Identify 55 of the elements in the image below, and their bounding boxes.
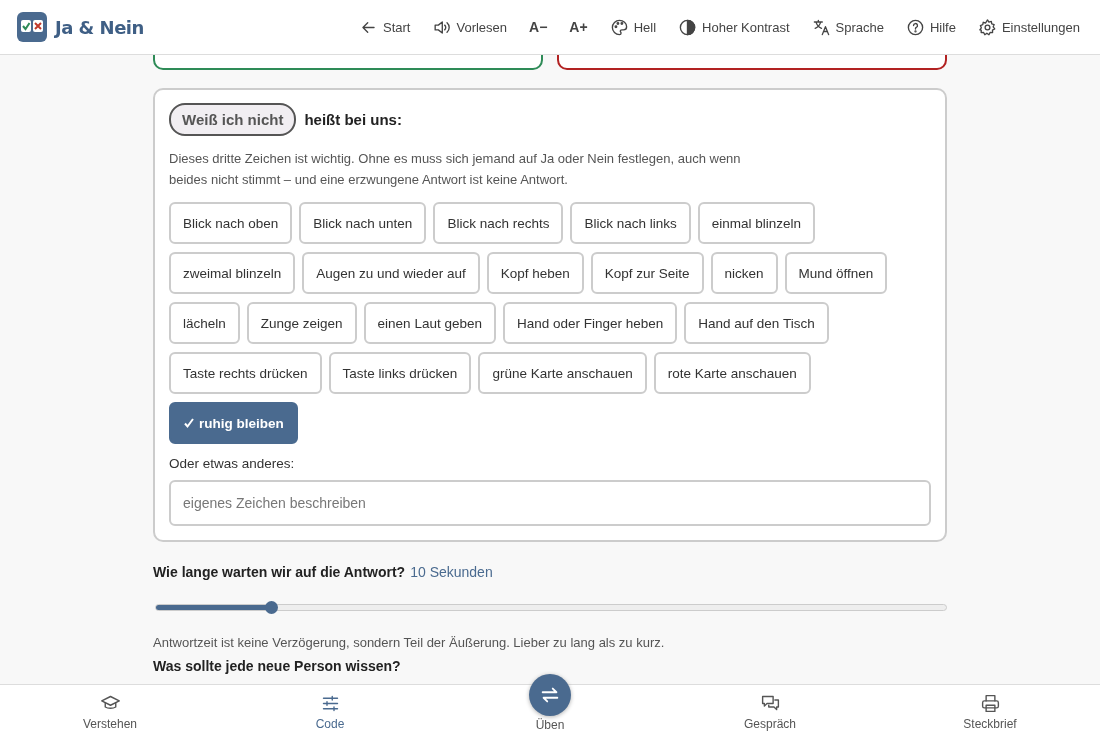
sign-input-field[interactable]: eigenes Zeichen beschreiben [169,480,931,526]
field-label: Oder etwas anderes: [169,456,296,471]
nav-tab[interactable]: Steckbrief [880,685,1100,739]
sign-chip[interactable]: Hand auf den Tisch [684,302,829,344]
sign-chip[interactable]: Blick nach oben [169,202,293,244]
sign-chip[interactable]: Augen zu und wieder auf [302,252,480,294]
sign-chip[interactable]: Blick nach links [570,202,691,244]
wait-question: Wie lange warten wir auf die Antwort? [153,564,406,580]
translate-icon [811,17,831,37]
sign-chip[interactable]: nicken [710,252,778,294]
panel-description: Dieses dritte Zeichen ist wichtig. Ohne es muss sich jemand auf Ja oder Nein festlegen, auch wenn beides nicht stimmt – und eine erzwungene Antwort ist keine Antwort. [169,150,742,189]
sign-chip[interactable]: Hand oder Finger heben [502,302,678,344]
sign-chip[interactable]: zweimal blinzeln [169,252,296,294]
nav-tab[interactable]: Gespräch [660,685,880,739]
nav-tab[interactable]: Üben [440,668,660,739]
help-icon [905,17,925,37]
nav-tab[interactable]: Verstehen [0,685,220,739]
sign-chip[interactable]: rote Karte anschauen [653,352,811,394]
toolbar-button[interactable]: Sprache [805,13,890,41]
sign-chip[interactable]: einmal blinzeln [697,202,816,244]
sign-chip[interactable]: Blick nach unten [299,202,427,244]
sign-chip[interactable]: einen Laut geben [363,302,496,344]
printer-icon [979,693,1001,714]
sign-chip[interactable]: Mund öffnen [784,252,888,294]
panel-heading: heißt bei uns: [304,111,402,128]
toolbar-button[interactable]: Hoher Kontrast [672,13,796,41]
toolbar-button[interactable]: A+ [563,13,594,41]
checkmark-icon [183,417,195,429]
wait-note: Antwortzeit ist keine Verzögerung, sondern Teil der Äußerung. Lieber zu lang als zu kurz. [153,635,666,650]
unknown-badge: Weiß ich nicht [169,103,297,136]
sign-chip[interactable]: Taste links drücken [328,352,472,394]
slider-thumb[interactable] [264,601,278,614]
sign-chip[interactable]: Blick nach rechts [433,202,564,244]
palette-icon [609,17,629,37]
wait-value: 10 Sekunden [410,564,493,580]
contrast-icon [678,17,698,37]
sign-chip[interactable]: ruhig bleiben [169,402,298,444]
toolbar-button[interactable]: A− [523,13,554,41]
app-title: Ja & Nein [55,16,144,38]
toolbar-button[interactable]: Vorlesen [426,13,514,41]
sign-chip[interactable]: grüne Karte anschauen [478,352,647,394]
nav-tab[interactable]: Code [220,685,440,739]
toolbar-button[interactable]: Hell [603,13,663,41]
settings-icon [977,17,997,37]
toolbar-button[interactable]: Einstellungen [971,13,1086,41]
sign-chip[interactable]: Taste rechts drücken [169,352,322,394]
section-heading: Was sollte jede neue Person wissen? [153,658,402,674]
sign-chip[interactable]: lächeln [169,302,240,344]
sign-chip[interactable]: Kopf heben [486,252,584,294]
wait-slider[interactable] [155,604,947,611]
sign-chip[interactable]: Zunge zeigen [246,302,357,344]
sign-chip[interactable]: Kopf zur Seite [590,252,704,294]
toolbar-button[interactable]: Hilfe [899,13,962,41]
logo-icon [17,12,47,42]
toolbar-button[interactable]: Start [353,13,417,41]
